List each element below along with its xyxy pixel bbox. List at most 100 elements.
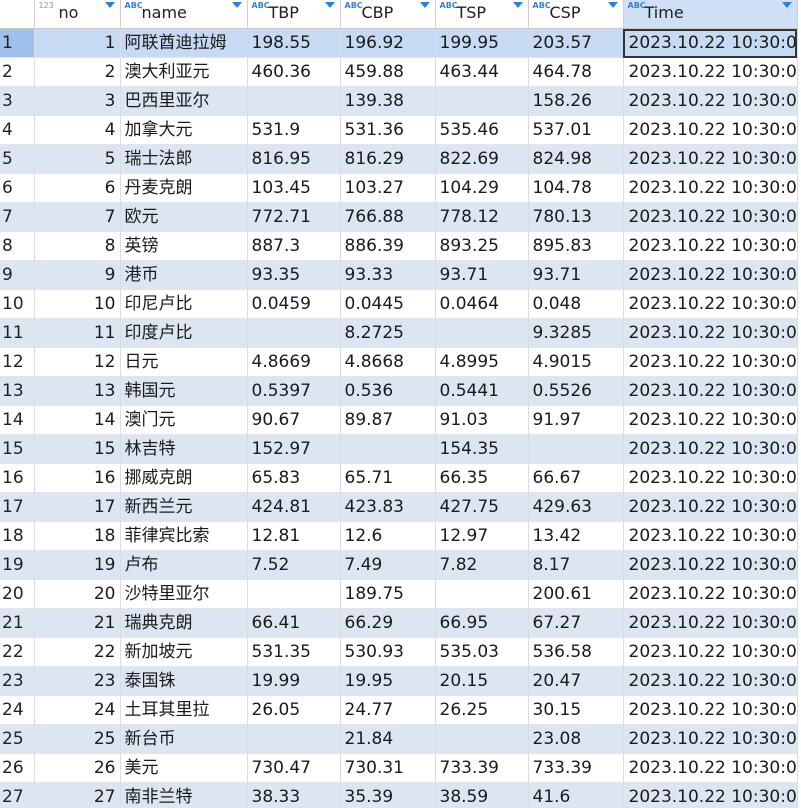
- cell-csp[interactable]: 23.08: [528, 724, 624, 754]
- row-number-cell[interactable]: 18: [0, 521, 35, 551]
- row-number-cell[interactable]: 25: [0, 724, 35, 754]
- table-row[interactable]: 6 6 丹麦克朗 103.45 103.27 104.29 104.78 2023.10.22…: [0, 173, 798, 203]
- cell-tbp[interactable]: 152.97: [247, 434, 341, 464]
- cell-tsp[interactable]: 26.25: [435, 695, 529, 725]
- row-number-cell[interactable]: 17: [0, 492, 35, 522]
- cell-csp[interactable]: 66.67: [528, 463, 624, 493]
- cell-tbp[interactable]: 198.55: [247, 28, 341, 58]
- cell-tsp[interactable]: 0.0464: [435, 289, 529, 319]
- row-number-cell[interactable]: 27: [0, 782, 35, 808]
- cell-tbp[interactable]: [247, 86, 341, 116]
- row-number-cell[interactable]: 9: [0, 260, 35, 290]
- cell-no[interactable]: 14: [34, 405, 121, 435]
- cell-time[interactable]: 2023.10.22 10:30:00: [623, 550, 798, 580]
- cell-csp[interactable]: 780.13: [528, 202, 624, 232]
- table-row[interactable]: 15 15 林吉特 152.97 154.35 2023.10.22 10:30:00: [0, 434, 798, 464]
- cell-tbp[interactable]: 12.81: [247, 521, 341, 551]
- sort-dropdown-icon[interactable]: [419, 2, 430, 8]
- cell-no[interactable]: 3: [34, 86, 121, 116]
- row-number-cell[interactable]: 15: [0, 434, 35, 464]
- cell-csp[interactable]: 4.9015: [528, 347, 624, 377]
- cell-cbp[interactable]: 423.83: [340, 492, 436, 522]
- cell-csp[interactable]: 200.61: [528, 579, 624, 609]
- cell-cbp[interactable]: 459.88: [340, 57, 436, 87]
- cell-time[interactable]: 2023.10.22 10:30:00: [623, 695, 798, 725]
- cell-cbp[interactable]: 139.38: [340, 86, 436, 116]
- cell-name[interactable]: 韩国元: [120, 376, 248, 406]
- cell-tbp[interactable]: 26.05: [247, 695, 341, 725]
- table-row[interactable]: 4 4 加拿大元 531.9 531.36 535.46 537.01 2023.10.22 …: [0, 115, 798, 145]
- cell-cbp[interactable]: 4.8668: [340, 347, 436, 377]
- cell-tbp[interactable]: 4.8669: [247, 347, 341, 377]
- row-number-cell[interactable]: 16: [0, 463, 35, 493]
- cell-no[interactable]: 10: [34, 289, 121, 319]
- column-header-name[interactable]: ABC name: [120, 0, 248, 29]
- cell-csp[interactable]: 536.58: [528, 637, 624, 667]
- cell-tsp[interactable]: [435, 579, 529, 609]
- cell-cbp[interactable]: 730.31: [340, 753, 436, 783]
- table-row[interactable]: 20 20 沙特里亚尔 189.75 200.61 2023.10.22 10:30:00: [0, 579, 798, 609]
- cell-name[interactable]: 英镑: [120, 231, 248, 261]
- row-number-cell[interactable]: 5: [0, 144, 35, 174]
- column-header-cbp[interactable]: ABC CBP: [340, 0, 436, 29]
- cell-time[interactable]: 2023.10.22 10:30:00: [623, 318, 798, 348]
- cell-no[interactable]: 2: [34, 57, 121, 87]
- cell-name[interactable]: 挪威克朗: [120, 463, 248, 493]
- table-row[interactable]: 16 16 挪威克朗 65.83 65.71 66.35 66.67 2023.10.22 1…: [0, 463, 798, 493]
- row-number-cell[interactable]: 21: [0, 608, 35, 638]
- cell-time[interactable]: 2023.10.22 10:30:00: [623, 231, 798, 261]
- cell-name[interactable]: 美元: [120, 753, 248, 783]
- cell-cbp[interactable]: 8.2725: [340, 318, 436, 348]
- cell-time[interactable]: 2023.10.22 10:30:00: [623, 608, 798, 638]
- cell-tsp[interactable]: 535.03: [435, 637, 529, 667]
- column-header-tsp[interactable]: ABC TSP: [435, 0, 529, 29]
- cell-csp[interactable]: 895.83: [528, 231, 624, 261]
- sort-dropdown-icon[interactable]: [607, 2, 618, 8]
- cell-csp[interactable]: 8.17: [528, 550, 624, 580]
- cell-tbp[interactable]: [247, 579, 341, 609]
- result-grid[interactable]: 123 no ABC name ABC TBP ABC CBP ABC TSP …: [0, 0, 801, 808]
- cell-name[interactable]: 新加坡元: [120, 637, 248, 667]
- cell-tsp[interactable]: [435, 724, 529, 754]
- cell-tbp[interactable]: 103.45: [247, 173, 341, 203]
- cell-tbp[interactable]: 19.99: [247, 666, 341, 696]
- table-row[interactable]: 3 3 巴西里亚尔 139.38 158.26 2023.10.22 10:30:00: [0, 86, 798, 116]
- cell-csp[interactable]: 0.048: [528, 289, 624, 319]
- table-row[interactable]: 1 1 阿联酋迪拉姆 198.55 196.92 199.95 203.57 2023.10.…: [0, 28, 798, 58]
- row-number-cell[interactable]: 3: [0, 86, 35, 116]
- cell-csp[interactable]: [528, 434, 624, 464]
- cell-csp[interactable]: 203.57: [528, 28, 624, 58]
- cell-no[interactable]: 4: [34, 115, 121, 145]
- cell-tbp[interactable]: 93.35: [247, 260, 341, 290]
- cell-cbp[interactable]: 24.77: [340, 695, 436, 725]
- table-row[interactable]: 18 18 菲律宾比索 12.81 12.6 12.97 13.42 2023.10.22 1…: [0, 521, 798, 551]
- cell-time[interactable]: 2023.10.22 10:30:00: [623, 405, 798, 435]
- cell-name[interactable]: 印尼卢比: [120, 289, 248, 319]
- cell-no[interactable]: 27: [34, 782, 121, 808]
- table-row[interactable]: 7 7 欧元 772.71 766.88 778.12 780.13 2023.10.22 1…: [0, 202, 798, 232]
- row-number-cell[interactable]: 8: [0, 231, 35, 261]
- cell-csp[interactable]: 733.39: [528, 753, 624, 783]
- cell-tbp[interactable]: 531.35: [247, 637, 341, 667]
- cell-time[interactable]: 2023.10.22 10:30:00: [623, 347, 798, 377]
- cell-no[interactable]: 13: [34, 376, 121, 406]
- cell-csp[interactable]: 537.01: [528, 115, 624, 145]
- row-number-cell[interactable]: 13: [0, 376, 35, 406]
- cell-no[interactable]: 23: [34, 666, 121, 696]
- cell-no[interactable]: 11: [34, 318, 121, 348]
- cell-time[interactable]: 2023.10.22 10:30:00: [623, 434, 798, 464]
- cell-no[interactable]: 26: [34, 753, 121, 783]
- cell-csp[interactable]: 104.78: [528, 173, 624, 203]
- row-number-cell[interactable]: 26: [0, 753, 35, 783]
- sort-dropdown-icon[interactable]: [781, 2, 792, 8]
- column-header-csp[interactable]: ABC CSP: [528, 0, 624, 29]
- cell-tbp[interactable]: 0.0459: [247, 289, 341, 319]
- cell-time[interactable]: 2023.10.22 10:30:00: [623, 115, 798, 145]
- cell-csp[interactable]: 429.63: [528, 492, 624, 522]
- cell-cbp[interactable]: 35.39: [340, 782, 436, 808]
- cell-tsp[interactable]: 733.39: [435, 753, 529, 783]
- cell-tsp[interactable]: 154.35: [435, 434, 529, 464]
- cell-csp[interactable]: 93.71: [528, 260, 624, 290]
- sort-dropdown-icon[interactable]: [324, 2, 335, 8]
- cell-name[interactable]: 泰国铢: [120, 666, 248, 696]
